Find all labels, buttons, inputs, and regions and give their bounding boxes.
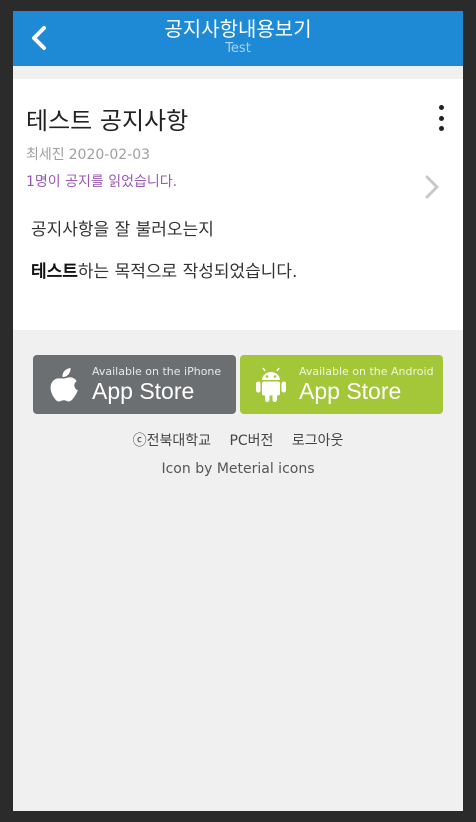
notice-body-line: 테스트하는 목적으로 작성되었습니다. [31,261,297,283]
copyright-text: ⓒ전북대학교 [132,433,211,449]
notice-card: 테스트 공지사항 최세진 2020-02-03 1명이 공지를 읽었습니다. 공지… [13,79,463,330]
more-options-button[interactable] [433,105,449,131]
app-frame: 공지사항내용보기 Test 테스트 공지사항 최세진 2020-02-03 1명이… [13,11,463,811]
chevron-left-icon [32,26,46,50]
store-caption: Available on the iPhone [92,365,222,378]
icon-credit: Icon by Meterial icons [161,461,315,477]
app-store-links: Available on the iPhone App Store Availa… [33,355,443,414]
notice-body-bold: 테스트 [31,262,78,282]
notice-author: 최세진 [26,147,65,163]
store-label: App Store [92,378,195,404]
top-app-bar: 공지사항내용보기 Test [13,11,463,66]
chevron-right-icon[interactable] [423,173,441,201]
notice-date: 2020-02-03 [68,147,151,163]
footer-links: ⓒ전북대학교 PC버전 로그아웃 [13,430,463,450]
android-app-store-button[interactable]: Available on the Android App Store [240,355,443,414]
notice-body: 공지사항을 잘 불러오는지 테스트하는 목적으로 작성되었습니다. [31,219,297,303]
more-vert-icon-dot [438,126,444,131]
more-vert-icon-dot [438,115,444,121]
notice-body-text: 하는 목적으로 작성되었습니다. [77,262,298,282]
logout-link[interactable]: 로그아웃 [292,433,344,449]
page-subtitle: Test [225,41,251,56]
android-icon [256,367,286,402]
store-caption: Available on the Android [299,365,434,378]
store-label: App Store [299,378,402,404]
pc-version-link[interactable]: PC버전 [229,433,273,449]
apple-icon [50,368,78,402]
more-vert-icon [438,105,444,110]
notice-title: 테스트 공지사항 [26,107,189,135]
notice-body-line: 공지사항을 잘 불러오는지 [31,220,214,240]
read-status-link[interactable]: 1명이 공지를 읽었습니다. [26,171,177,191]
ios-app-store-button[interactable]: Available on the iPhone App Store [33,355,236,414]
back-button[interactable] [19,17,59,59]
notice-meta: 최세진 2020-02-03 [26,144,154,164]
page-title: 공지사항내용보기 [164,17,312,41]
